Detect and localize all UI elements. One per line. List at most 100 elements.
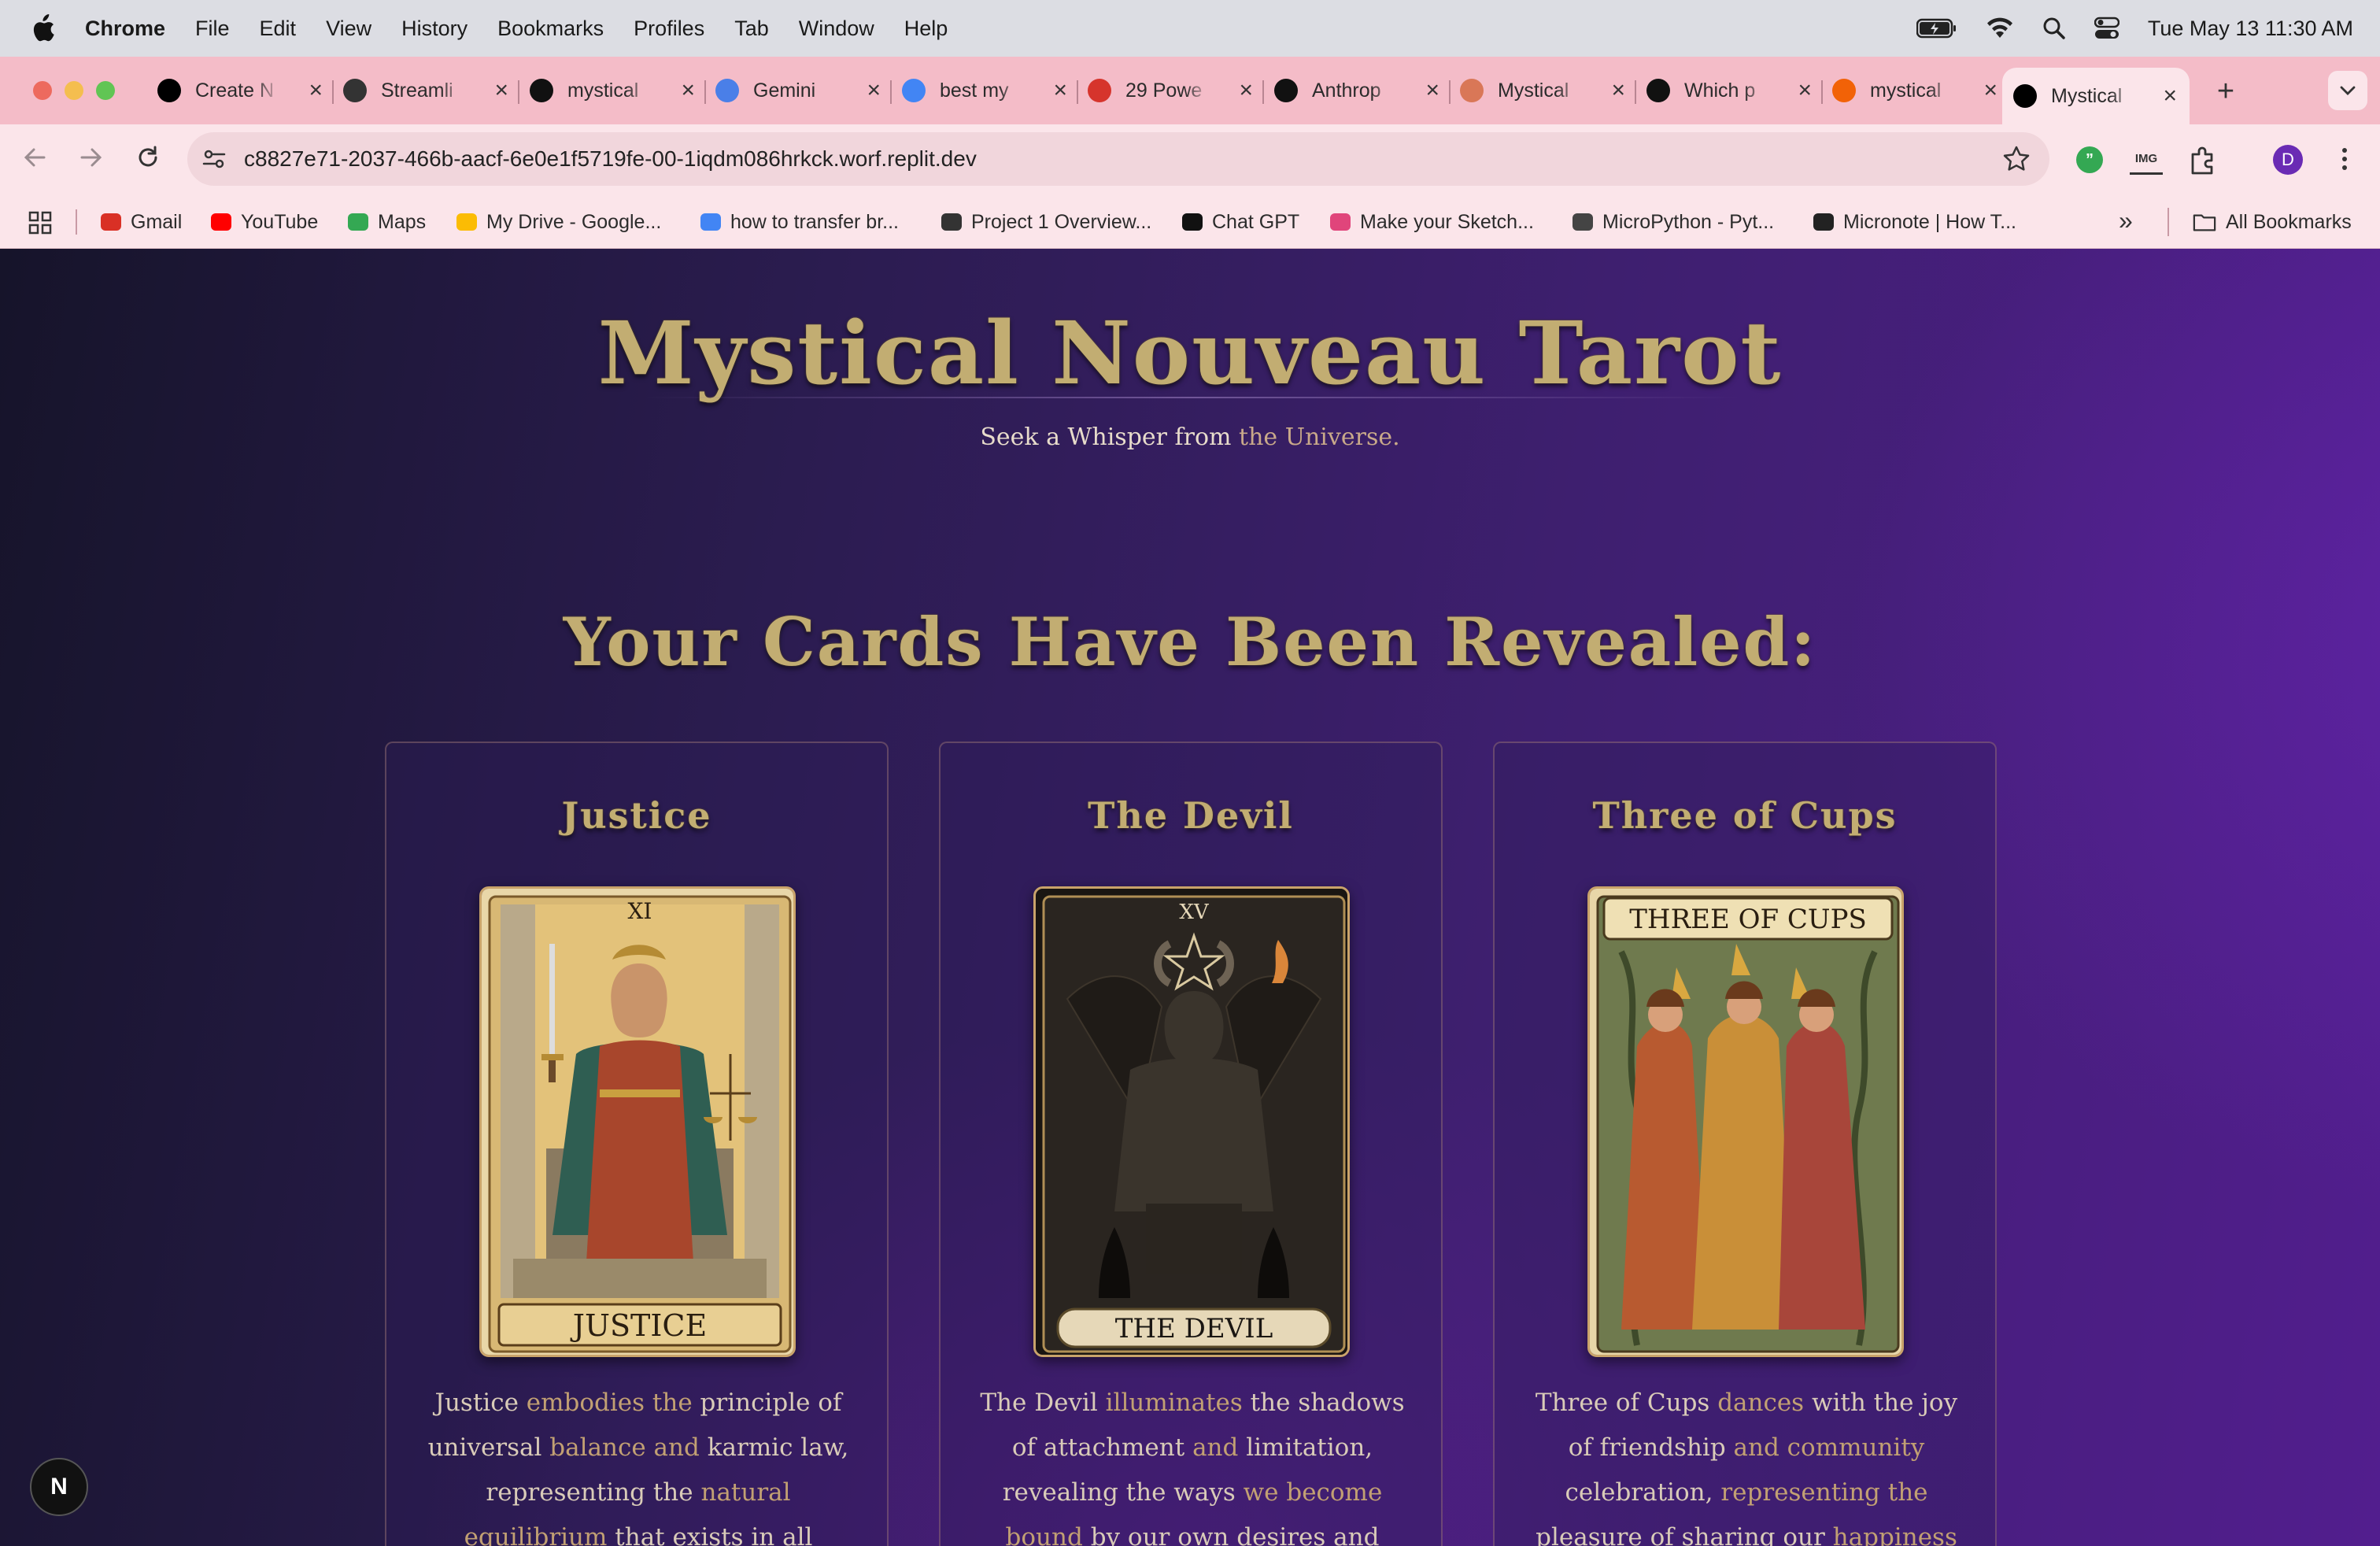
close-tab-icon[interactable]: × [1798, 77, 1812, 104]
card-description: Justice embodies the principle of univer… [418, 1381, 859, 1546]
wifi-icon[interactable] [1986, 17, 2014, 39]
bookmark-item[interactable]: how to transfer br... [700, 195, 899, 249]
replit-icon [1832, 79, 1856, 102]
tab-title: mystical [1870, 79, 1942, 102]
nextjs-dev-badge[interactable]: N [30, 1458, 88, 1516]
close-tab-icon[interactable]: × [309, 77, 323, 104]
bookmark-item[interactable]: Chat GPT [1182, 195, 1299, 249]
browser-tab[interactable]: best my × [902, 66, 1078, 115]
extensions-puzzle-icon[interactable] [2188, 145, 2218, 179]
browser-tab[interactable]: Anthrop × [1274, 66, 1451, 115]
browser-tab[interactable]: Gemini × [715, 66, 892, 115]
google-icon [902, 79, 926, 102]
menu-app-name[interactable]: Chrome [85, 17, 165, 41]
menu-tab[interactable]: Tab [734, 17, 769, 41]
menu-history[interactable]: History [401, 17, 468, 41]
close-tab-icon[interactable]: × [1239, 77, 1253, 104]
browser-tab[interactable]: Mystical × [2002, 68, 2190, 124]
tab-search-button[interactable] [2328, 71, 2367, 110]
sketch-icon [1330, 213, 1351, 231]
chrome-menu-kebab-icon[interactable] [2334, 143, 2355, 175]
close-tab-icon[interactable]: × [1053, 77, 1067, 104]
bookmark-item[interactable]: Maps [348, 195, 426, 249]
site-info-icon[interactable] [201, 146, 227, 176]
description-segment: embodies the [526, 1389, 700, 1417]
globe-icon [941, 213, 962, 231]
justice-banner: JUSTICE [570, 1308, 707, 1343]
bookmarks-overflow-chevron-icon[interactable]: » [2119, 206, 2133, 235]
openai-icon [1646, 79, 1670, 102]
menu-edit[interactable]: Edit [260, 17, 297, 41]
google-icon [700, 213, 721, 231]
browser-tab[interactable]: 29 Powe × [1088, 66, 1264, 115]
forward-button[interactable] [77, 143, 105, 176]
bookmark-item[interactable]: YouTube [211, 195, 318, 249]
hf-icon [1088, 79, 1111, 102]
apple-icon[interactable] [30, 13, 57, 43]
grammarly-extension-icon[interactable]: ” [2076, 146, 2103, 173]
browser-tab[interactable]: Create N × [157, 66, 334, 115]
reload-button[interactable] [134, 143, 162, 176]
bookmark-star-icon[interactable] [2002, 145, 2031, 177]
close-tab-icon[interactable]: × [1425, 77, 1439, 104]
window-close-button[interactable] [33, 81, 52, 100]
control-center-icon[interactable] [2094, 17, 2119, 40]
menu-bookmarks[interactable]: Bookmarks [497, 17, 604, 41]
close-tab-icon[interactable]: × [494, 77, 508, 104]
description-segment: by our own desires and fears. [1090, 1523, 1380, 1546]
description-segment: representing the [1720, 1478, 1928, 1507]
bookmarks-divider-right [2168, 208, 2169, 236]
tab-title: Anthrop [1312, 79, 1381, 102]
claude-icon [1460, 79, 1484, 102]
clock[interactable]: Tue May 13 11:30 AM [2148, 17, 2353, 41]
menu-help[interactable]: Help [904, 17, 948, 41]
three-of-cups-banner: THREE OF CUPS [1629, 904, 1866, 935]
tab-separator [1077, 80, 1078, 104]
bookmark-label: Micronote | How T... [1843, 210, 2016, 233]
window-minimize-button[interactable] [65, 81, 83, 100]
profile-avatar[interactable]: D [2273, 145, 2303, 175]
menu-window[interactable]: Window [799, 17, 874, 41]
arrow-right-icon [80, 148, 102, 167]
openai-icon [1182, 213, 1203, 231]
tagline-highlight: the Universe. [1239, 423, 1400, 451]
close-tab-icon[interactable]: × [2163, 83, 2177, 109]
reload-icon [139, 146, 157, 167]
bookmark-item[interactable]: Project 1 Overview... [941, 195, 1151, 249]
address-bar[interactable]: c8827e71-2037-466b-aacf-6e0e1f5719fe-00-… [187, 132, 2049, 186]
bookmark-item[interactable]: Micronote | How T... [1813, 195, 2016, 249]
close-tab-icon[interactable]: × [1983, 77, 1998, 104]
close-tab-icon[interactable]: × [681, 77, 695, 104]
browser-tab[interactable]: Mystical × [1460, 66, 1636, 115]
description-segment: pleasure of sharing our [1536, 1523, 1833, 1546]
window-zoom-button[interactable] [96, 81, 115, 100]
image-extension-icon[interactable]: IMG [2130, 145, 2163, 175]
devil-numeral: XV [1179, 901, 1210, 924]
tab-separator [332, 80, 334, 104]
new-tab-button[interactable]: + [2204, 72, 2248, 110]
browser-tab[interactable]: Streamli × [343, 66, 519, 115]
bookmark-item[interactable]: Gmail [101, 195, 182, 249]
bookmark-item[interactable]: My Drive - Google... [456, 195, 661, 249]
battery-icon[interactable] [1916, 18, 1957, 39]
back-button[interactable] [20, 143, 49, 176]
browser-tab[interactable]: mystical × [1832, 66, 1998, 115]
all-bookmarks-button[interactable]: All Bookmarks [2193, 195, 2352, 249]
justice-numeral: XI [628, 898, 652, 924]
bookmark-label: Project 1 Overview... [971, 210, 1152, 233]
menu-profiles[interactable]: Profiles [634, 17, 704, 41]
macos-menubar: Chrome File Edit View History Bookmarks … [0, 0, 2380, 57]
menu-view[interactable]: View [326, 17, 371, 41]
browser-tab[interactable]: mystical × [530, 66, 706, 115]
bookmark-item[interactable]: Make your Sketch... [1330, 195, 1534, 249]
close-tab-icon[interactable]: × [1611, 77, 1625, 104]
bookmark-item[interactable]: MicroPython - Pyt... [1572, 195, 1774, 249]
url-text[interactable]: c8827e71-2037-466b-aacf-6e0e1f5719fe-00-… [244, 132, 977, 186]
justice-card-image: XI JUSTICE [479, 886, 796, 1357]
description-segment: Justice [434, 1389, 527, 1417]
apps-grid-icon[interactable] [28, 211, 52, 240]
close-tab-icon[interactable]: × [867, 77, 881, 104]
menu-file[interactable]: File [195, 17, 230, 41]
spotlight-search-icon[interactable] [2042, 17, 2066, 40]
browser-tab[interactable]: Which p × [1646, 66, 1823, 115]
